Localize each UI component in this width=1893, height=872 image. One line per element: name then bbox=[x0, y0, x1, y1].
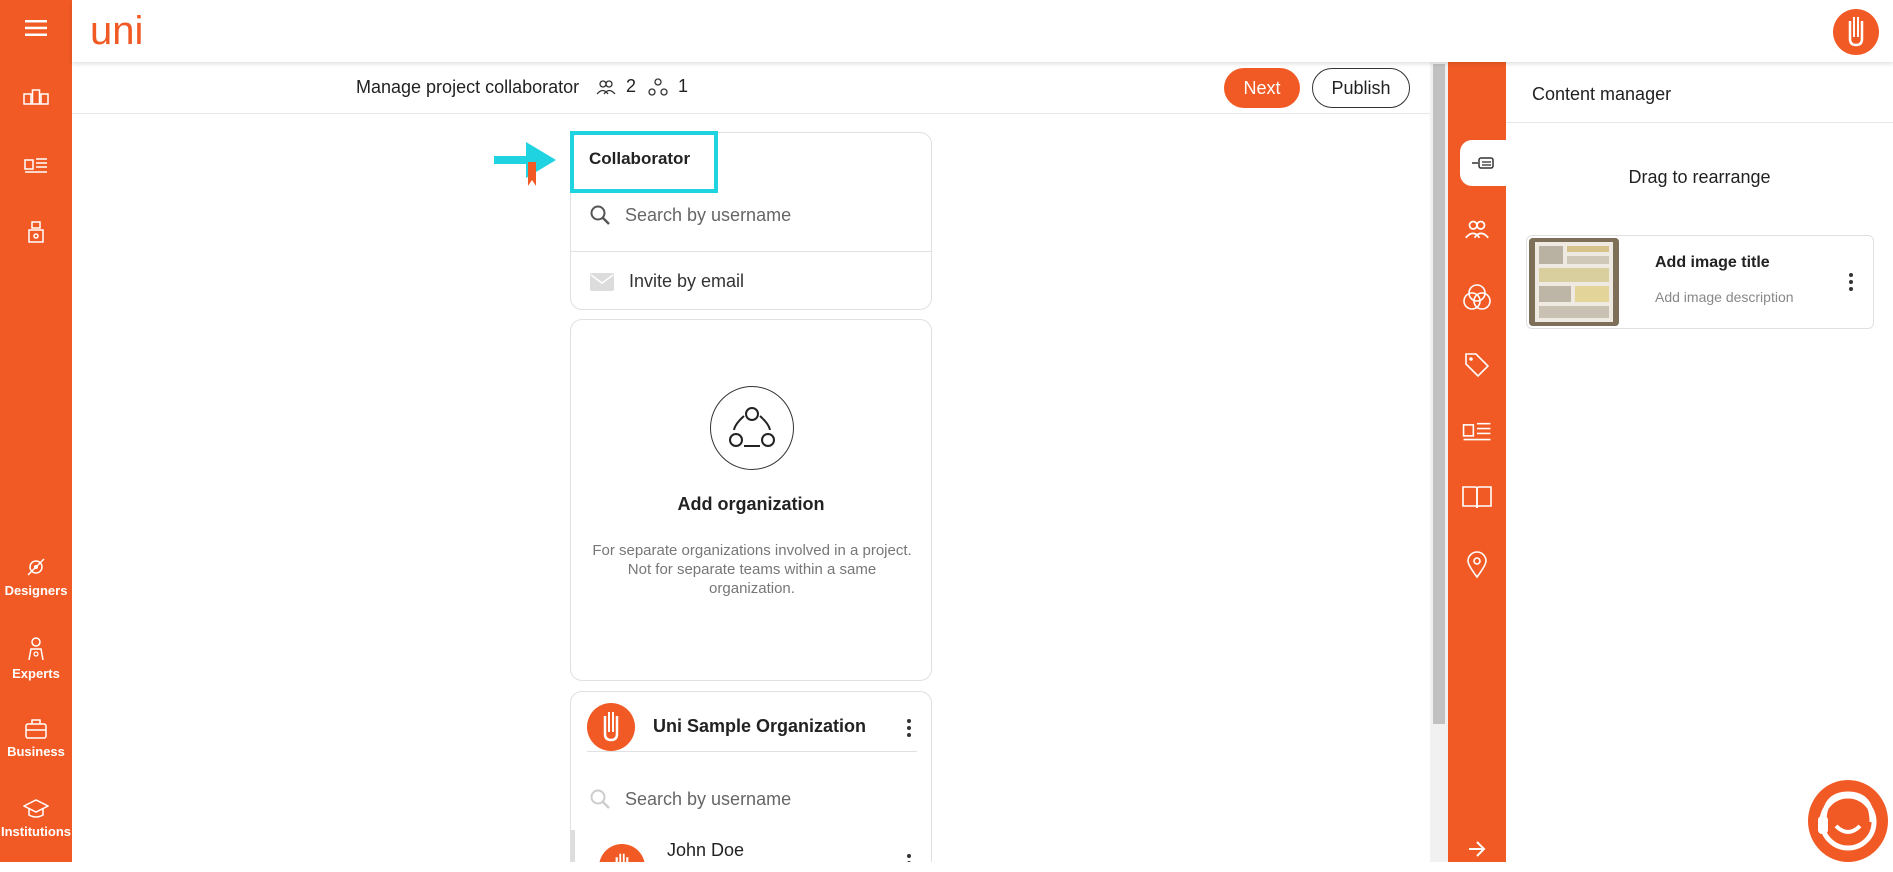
add-organization-description: For separate organizations involved in a… bbox=[592, 542, 912, 597]
search-icon bbox=[590, 205, 610, 225]
content-manager-tab[interactable] bbox=[1460, 140, 1506, 186]
page-title: Manage project collaborator bbox=[356, 77, 580, 97]
book-icon bbox=[1462, 486, 1492, 509]
tag-icon bbox=[1465, 353, 1490, 378]
layout-tab[interactable] bbox=[1448, 408, 1506, 454]
location-pin-icon bbox=[1467, 551, 1487, 579]
uni-avatar-icon bbox=[615, 853, 629, 862]
uni-avatar-icon bbox=[603, 711, 619, 741]
people-icon bbox=[596, 79, 616, 94]
user-avatar[interactable] bbox=[1833, 9, 1879, 55]
collaborators-tab[interactable] bbox=[1448, 206, 1506, 252]
venn-icon bbox=[1463, 284, 1491, 310]
tutorial-arrow-icon bbox=[494, 142, 556, 186]
add-organization-title: Add organization bbox=[677, 494, 825, 514]
portfolio-nav-button[interactable] bbox=[0, 88, 72, 106]
top-bar: uni bbox=[72, 0, 1893, 62]
book-tab[interactable] bbox=[1448, 474, 1506, 520]
organization-count[interactable]: 1 bbox=[648, 76, 688, 97]
arrow-right-icon bbox=[1469, 841, 1486, 857]
rail-item-business[interactable]: Business bbox=[0, 718, 72, 759]
publish-button[interactable]: Publish bbox=[1312, 68, 1410, 108]
content-item[interactable]: Add image title Add image description bbox=[1526, 235, 1874, 329]
member-avatar bbox=[599, 844, 645, 862]
tutorial-highlight bbox=[570, 131, 718, 193]
institutions-icon bbox=[23, 799, 49, 818]
article-list-icon bbox=[24, 158, 47, 173]
content-item-more-icon[interactable] bbox=[1849, 273, 1853, 291]
content-list-icon bbox=[1472, 157, 1494, 169]
collaborator-count-value: 2 bbox=[626, 76, 637, 96]
people-icon bbox=[1465, 220, 1489, 239]
main-scrollbar[interactable] bbox=[1430, 62, 1448, 862]
next-button[interactable]: Next bbox=[1224, 68, 1300, 108]
rail-item-institutions[interactable]: Institutions bbox=[0, 798, 72, 839]
rail-label-business: Business bbox=[7, 744, 65, 759]
rail-label-experts: Experts bbox=[12, 666, 60, 681]
location-tab[interactable] bbox=[1448, 542, 1506, 588]
organization-card: Uni Sample Organization Search by userna… bbox=[570, 691, 932, 862]
organization-name: Uni Sample Organization bbox=[653, 716, 867, 736]
organization-icon bbox=[648, 77, 668, 96]
collapse-panel-button[interactable] bbox=[1448, 826, 1506, 872]
rail-label-institutions: Institutions bbox=[0, 824, 72, 839]
uni-avatar-icon bbox=[1848, 17, 1864, 47]
rail-item-experts[interactable]: Experts bbox=[0, 636, 72, 681]
collaborator-count[interactable]: 2 bbox=[596, 76, 636, 97]
content-tools-strip bbox=[1448, 62, 1506, 862]
member-name: John Doe bbox=[667, 840, 745, 860]
search-input[interactable]: Search by username bbox=[625, 205, 791, 226]
project-icon bbox=[28, 221, 44, 243]
categories-tab[interactable] bbox=[1448, 274, 1506, 320]
add-organization-button[interactable] bbox=[710, 386, 794, 470]
projects-nav-button[interactable] bbox=[0, 220, 72, 244]
organization-more-icon[interactable] bbox=[907, 719, 911, 737]
organization-search[interactable]: Search by username bbox=[571, 770, 931, 828]
rail-item-designers[interactable]: Designers bbox=[0, 555, 72, 598]
collaborator-search[interactable]: Search by username bbox=[571, 186, 931, 244]
organization-count-value: 1 bbox=[678, 76, 689, 96]
designers-icon bbox=[27, 558, 45, 576]
organization-header: Uni Sample Organization bbox=[587, 702, 917, 752]
content-manager-panel: Content manager Drag to rearrange Add im… bbox=[1506, 62, 1893, 862]
hamburger-icon bbox=[25, 20, 47, 36]
tags-tab[interactable] bbox=[1448, 342, 1506, 388]
thumbnail-image bbox=[1529, 238, 1619, 326]
main-scrollbar-thumb[interactable] bbox=[1433, 64, 1445, 724]
drag-hint: Drag to rearrange bbox=[1628, 167, 1771, 187]
organization-avatar bbox=[587, 702, 635, 751]
invite-label: Invite by email bbox=[629, 271, 745, 291]
content-item-description[interactable]: Add image description bbox=[1655, 289, 1794, 305]
content-item-title[interactable]: Add image title bbox=[1655, 254, 1770, 272]
articles-nav-button[interactable] bbox=[0, 156, 72, 174]
add-organization-card[interactable]: Add organization For separate organizati… bbox=[570, 319, 932, 681]
experts-icon bbox=[28, 637, 44, 661]
search-icon bbox=[590, 789, 610, 809]
mail-icon bbox=[590, 272, 614, 291]
project-subheader: Manage project collaborator 2 1 Next Pub… bbox=[72, 62, 1430, 114]
menu-button[interactable] bbox=[0, 20, 72, 36]
headset-icon bbox=[1818, 791, 1877, 851]
organization-icon bbox=[729, 407, 775, 447]
organization-search-input[interactable]: Search by username bbox=[625, 789, 791, 810]
business-icon bbox=[25, 719, 47, 739]
invite-by-email-button[interactable]: Invite by email bbox=[571, 251, 931, 311]
left-sidebar: Designers Experts Business Institutions bbox=[0, 0, 72, 862]
uni-logo[interactable]: uni bbox=[90, 11, 143, 51]
member-more-icon[interactable] bbox=[907, 854, 911, 862]
member-row[interactable] bbox=[571, 830, 931, 862]
panel-divider bbox=[1506, 122, 1893, 123]
panel-title: Content manager bbox=[1532, 84, 1672, 104]
support-chat-button[interactable] bbox=[1808, 780, 1888, 862]
article-list-icon bbox=[1462, 422, 1491, 441]
boxes-icon bbox=[23, 89, 49, 105]
rail-label-designers: Designers bbox=[4, 583, 68, 598]
content-thumbnail bbox=[1529, 238, 1619, 326]
